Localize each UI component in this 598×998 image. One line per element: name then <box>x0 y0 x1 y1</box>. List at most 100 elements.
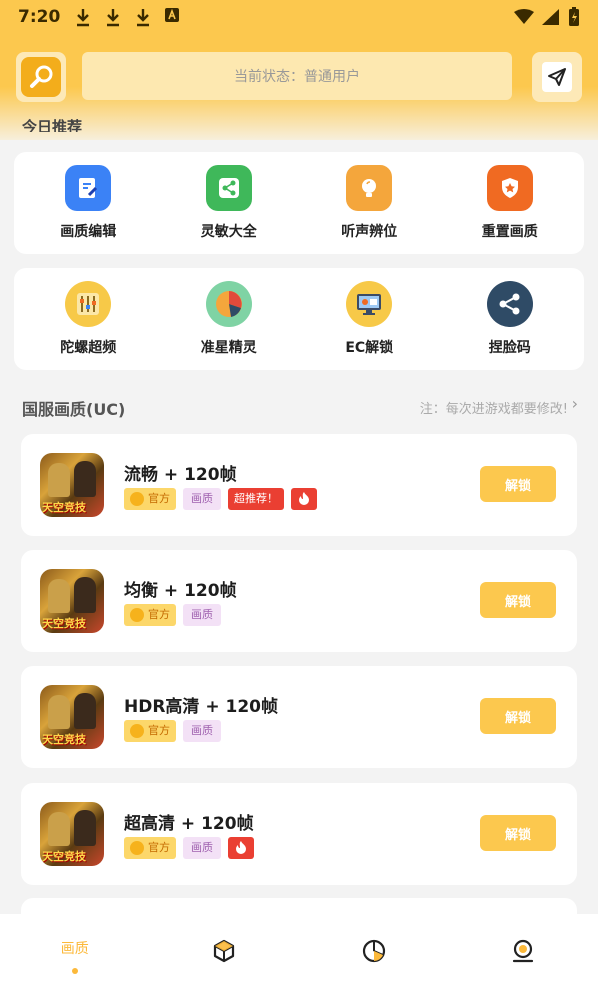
list-item[interactable]: 天空竞技 流畅 + 120帧 官方 画质 超推荐！ 解锁 <box>21 434 577 536</box>
thumbnail-text: 天空竞技 <box>42 850 86 863</box>
item-title: 均衡 + 120帧 <box>124 581 237 601</box>
tool-label: EC解锁 <box>345 340 394 356</box>
tag-text: 官方 <box>148 841 170 854</box>
item-title: HDR高清 + 120帧 <box>124 697 278 717</box>
fire-icon <box>228 837 254 859</box>
download-icon <box>104 7 122 27</box>
tag-text: 官方 <box>148 724 170 737</box>
official-icon <box>130 492 144 506</box>
share-circle-icon <box>486 281 533 327</box>
tab-label: 画质 <box>60 941 89 957</box>
app-logo-button[interactable] <box>16 52 66 102</box>
tool-crosshair[interactable]: 准星精灵 <box>164 281 294 357</box>
game-thumbnail: 天空竞技 <box>40 685 104 749</box>
unlock-button[interactable]: 解锁 <box>480 582 556 618</box>
status-indicators <box>514 7 580 27</box>
send-icon <box>542 62 572 92</box>
tool-label: 捏脸码 <box>488 340 531 356</box>
share-button[interactable] <box>532 52 582 102</box>
status-bar: 7:20 <box>0 0 598 34</box>
bulb-icon <box>346 165 393 211</box>
cube-icon <box>214 939 235 963</box>
tag-quality: 画质 <box>183 604 221 626</box>
shield-star-icon <box>486 165 533 211</box>
tag-group: 官方 画质 <box>124 837 254 859</box>
tag-official: 官方 <box>124 837 176 859</box>
tag-official: 官方 <box>124 604 176 626</box>
download-icon <box>74 7 92 27</box>
tag-group: 官方 画质 <box>124 604 221 626</box>
active-indicator <box>71 968 78 974</box>
share-icon <box>205 165 252 211</box>
status-time: 7:20 <box>18 7 61 27</box>
battery-icon <box>569 7 579 26</box>
tag-recommended: 超推荐！ <box>228 488 284 510</box>
item-title: 超高清 + 120帧 <box>124 814 254 834</box>
tab-profile[interactable] <box>473 938 573 964</box>
tool-label: 准星精灵 <box>200 340 257 356</box>
tool-label: 画质编辑 <box>60 224 117 240</box>
tab-quality[interactable]: 画质 <box>25 938 125 974</box>
tag-text: 官方 <box>148 492 170 505</box>
unlock-button[interactable]: 解锁 <box>480 815 556 851</box>
list-item[interactable]: 天空竞技 均衡 + 120帧 官方 画质 解锁 <box>21 550 577 652</box>
profile-icon <box>513 939 534 963</box>
game-thumbnail: 天空竞技 <box>40 569 104 633</box>
unlock-button[interactable]: 解锁 <box>480 698 556 734</box>
tools-grid-secondary: 陀螺超频 准星精灵 EC解锁 捏脸码 <box>14 268 584 370</box>
tool-label: 陀螺超频 <box>60 340 117 356</box>
equalizer-icon <box>65 281 112 327</box>
tool-quality-edit[interactable]: 画质编辑 <box>23 165 153 241</box>
tool-label: 重置画质 <box>481 224 538 240</box>
tag-group: 官方 画质 <box>124 720 221 742</box>
official-icon <box>130 608 144 622</box>
user-status-display: 当前状态：普通用户 <box>82 52 512 100</box>
wrench-icon <box>21 57 61 97</box>
tool-label: 听声辨位 <box>341 224 398 240</box>
tag-quality: 画质 <box>183 837 221 859</box>
quality-list-header: 国服画质(UC) 注：每次进游戏都要修改! › <box>22 394 578 419</box>
fire-icon <box>291 488 317 510</box>
download-icon <box>134 7 152 27</box>
tool-sound-locate[interactable]: 听声辨位 <box>304 165 434 241</box>
tag-quality: 画质 <box>183 720 221 742</box>
item-title: 流畅 + 120帧 <box>124 465 237 485</box>
wifi-icon <box>514 9 534 24</box>
list-item[interactable]: 天空竞技 HDR高清 + 120帧 官方 画质 解锁 <box>21 666 577 768</box>
section-title-recommend: 今日推荐 <box>22 118 83 132</box>
tool-ec-unlock[interactable]: EC解锁 <box>304 281 434 357</box>
thumbnail-text: 天空竞技 <box>42 501 86 514</box>
tool-gyro-overclock[interactable]: 陀螺超频 <box>23 281 153 357</box>
game-thumbnail: 天空竞技 <box>40 453 104 517</box>
chevron-right-icon[interactable]: › <box>572 394 578 413</box>
tag-text: 官方 <box>148 608 170 621</box>
bottom-navigation: 画质 <box>0 914 598 998</box>
edit-icon <box>65 165 112 211</box>
tag-official: 官方 <box>124 488 176 510</box>
tab-stats[interactable] <box>324 938 424 964</box>
tool-sensitivity[interactable]: 灵敏大全 <box>164 165 294 241</box>
pie-chart-icon <box>362 939 385 963</box>
tool-label: 灵敏大全 <box>200 224 257 240</box>
thumbnail-text: 天空竞技 <box>42 617 86 630</box>
tag-official: 官方 <box>124 720 176 742</box>
tab-cube[interactable] <box>174 938 274 964</box>
unlock-button[interactable]: 解锁 <box>480 466 556 502</box>
thumbnail-text: 天空竞技 <box>42 733 86 746</box>
list-note[interactable]: 注：每次进游戏都要修改! <box>420 398 568 417</box>
tag-group: 官方 画质 超推荐！ <box>124 488 317 510</box>
official-icon <box>130 841 144 855</box>
signal-icon <box>542 9 559 25</box>
monitor-icon <box>346 281 393 327</box>
app-header: 当前状态：普通用户 <box>16 52 582 102</box>
official-icon <box>130 724 144 738</box>
tool-face-code[interactable]: 捏脸码 <box>445 281 575 357</box>
app-notification-icon <box>164 7 182 27</box>
tools-grid-primary: 画质编辑 灵敏大全 听声辨位 重置画质 <box>14 152 584 254</box>
game-thumbnail: 天空竞技 <box>40 802 104 866</box>
tag-quality: 画质 <box>183 488 221 510</box>
pie-icon <box>205 281 252 327</box>
list-title: 国服画质(UC) <box>22 400 126 419</box>
list-item[interactable]: 天空竞技 超高清 + 120帧 官方 画质 解锁 <box>21 783 577 885</box>
tool-reset-quality[interactable]: 重置画质 <box>445 165 575 241</box>
